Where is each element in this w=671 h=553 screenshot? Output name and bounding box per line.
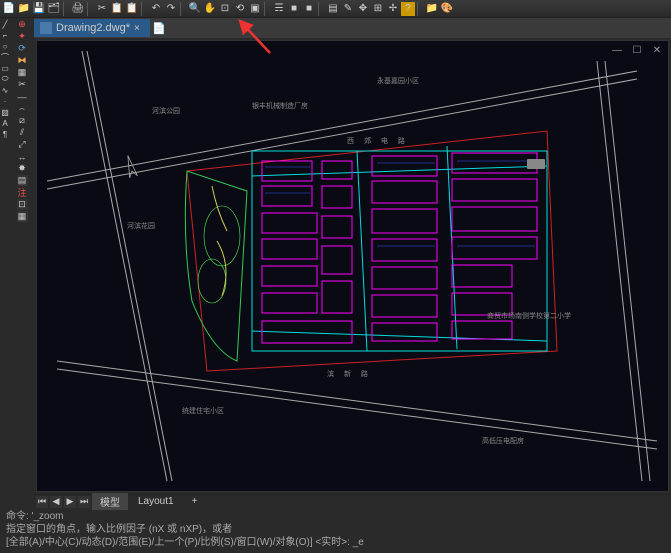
point-icon[interactable]: · xyxy=(0,96,10,106)
label-park: 河滨公园 xyxy=(152,106,180,116)
save-icon[interactable]: 💾 xyxy=(32,2,46,16)
trim-icon[interactable]: ✂ xyxy=(17,79,28,90)
line-icon[interactable]: ╱ xyxy=(0,19,10,29)
blocks-icon[interactable]: ■ xyxy=(302,2,316,16)
note-icon[interactable]: 注 xyxy=(17,187,28,198)
chamfer-icon[interactable]: ⧄ xyxy=(17,115,28,126)
spline-icon[interactable]: ∿ xyxy=(0,85,10,95)
file-tab-label: Drawing2.dwg* xyxy=(56,22,130,34)
ellipse-icon[interactable]: ⬭ xyxy=(0,74,10,84)
copy-icon[interactable]: 📋 xyxy=(110,2,124,16)
separator xyxy=(141,2,147,16)
layer-icon[interactable]: ▤ xyxy=(17,175,28,186)
separator xyxy=(87,2,93,16)
explode-icon[interactable]: ✸ xyxy=(17,163,28,174)
cut-icon[interactable]: ✂ xyxy=(95,2,109,16)
drawing-canvas[interactable]: — ☐ ✕ xyxy=(36,40,669,492)
modify-toolbar: ⊕ ✦ ⟳ ⧓ ▦ ✂ — ⌢ ⧄ ⫽ ⤢ ↔ ✸ ▤ 注 ⊡ ▦ xyxy=(10,18,34,508)
label-road1: 西 郊 电 路 xyxy=(347,136,409,146)
label-factory: 银丰机械制造厂房 xyxy=(252,101,308,111)
help-icon[interactable]: ? xyxy=(401,2,415,16)
separator xyxy=(180,2,186,16)
label-garden: 河滨花园 xyxy=(127,221,155,231)
print-icon[interactable]: 🖨 xyxy=(71,2,85,16)
zoom-window-icon[interactable]: 🔍 xyxy=(188,2,202,16)
props-icon[interactable]: ☴ xyxy=(272,2,286,16)
document-area: Drawing2.dwg* × 📄 — ☐ ✕ xyxy=(34,18,671,508)
title-label: 永基嘉园小区 xyxy=(377,76,419,86)
circle-icon[interactable]: ○ xyxy=(0,41,10,51)
rotate-icon[interactable]: ⟳ xyxy=(17,43,28,54)
dwg-icon xyxy=(40,22,52,34)
undo-icon[interactable]: ↶ xyxy=(149,2,163,16)
text-icon[interactable]: A xyxy=(0,118,10,128)
model-tab[interactable]: 模型 xyxy=(92,493,128,510)
redo-icon[interactable]: ↷ xyxy=(164,2,178,16)
scale-icon[interactable]: ⤢ xyxy=(17,139,28,150)
pan-icon[interactable]: ✋ xyxy=(203,2,217,16)
stretch-icon[interactable]: ↔ xyxy=(17,151,28,162)
nav-first-button[interactable]: ⏮ xyxy=(36,496,48,508)
zoom-extents-icon[interactable]: ⊡ xyxy=(218,2,232,16)
saveall-icon[interactable]: 🗂 xyxy=(47,2,61,16)
add-layout-button[interactable]: + xyxy=(184,495,206,508)
polyline-icon[interactable]: ⌐ xyxy=(0,30,10,40)
draw-toolbar: ╱ ⌐ ○ ⌒ ▭ ⬭ ∿ · ▨ A ¶ xyxy=(0,18,10,508)
main-toolbar: 📄 📁 💾 🗂 🖨 ✂ 📋 📋 ↶ ↷ 🔍 ✋ ⊡ ⟲ ▣ ☴ ■ ■ ▤ ✎ … xyxy=(0,0,671,18)
grid-icon[interactable]: ⊞ xyxy=(371,2,385,16)
select-icon[interactable]: ▣ xyxy=(248,2,262,16)
move-icon[interactable]: ⊕ xyxy=(17,19,28,30)
separator xyxy=(318,2,324,16)
measure-icon[interactable]: ▦ xyxy=(17,211,28,222)
fillet-icon[interactable]: ⌢ xyxy=(17,103,28,114)
cmd-text-3: [全部(A)/中心(C)/动态(D)/范围(E)/上一个(P)/比例(S)/窗口… xyxy=(6,536,665,548)
label-housing: 统建住宅小区 xyxy=(182,406,224,416)
command-line[interactable]: 命令: '_zoom 指定窗口的角点，输入比例因子 (nX 或 nXP)，或者 … xyxy=(0,508,671,548)
cmd-text-2: 指定窗口的角点，输入比例因子 (nX 或 nXP)，或者 xyxy=(6,523,665,536)
palette-icon[interactable]: 📁 xyxy=(425,2,439,16)
separator xyxy=(264,2,270,16)
zoom-prev-icon[interactable]: ⟲ xyxy=(233,2,247,16)
new-tab-button[interactable]: 📄 xyxy=(150,19,168,37)
open-icon[interactable]: 📁 xyxy=(17,2,31,16)
label-school: 商贸市场南侧学校第二小学 xyxy=(487,311,571,321)
label-road2: 滨 新 路 xyxy=(327,369,372,379)
snap-icon[interactable]: ✢ xyxy=(386,2,400,16)
mtext-icon[interactable]: ¶ xyxy=(0,129,10,139)
layers-icon[interactable]: ■ xyxy=(287,2,301,16)
rect-icon[interactable]: ▭ xyxy=(0,63,10,73)
nav-last-button[interactable]: ⏭ xyxy=(78,496,90,508)
label-power: 高低压电配房 xyxy=(482,436,524,446)
layout-tab[interactable]: Layout1 xyxy=(130,495,182,508)
dim-icon[interactable]: ▤ xyxy=(326,2,340,16)
close-tab-icon[interactable]: × xyxy=(134,23,144,34)
nav-next-button[interactable]: ▶ xyxy=(64,496,76,508)
osnap-icon[interactable]: ✥ xyxy=(356,2,370,16)
hatch-icon[interactable]: ▨ xyxy=(0,107,10,117)
color-icon[interactable]: 🎨 xyxy=(440,2,454,16)
paste-icon[interactable]: 📋 xyxy=(125,2,139,16)
copy2-icon[interactable]: ✦ xyxy=(17,31,28,42)
file-tabbar: Drawing2.dwg* × 📄 xyxy=(34,18,671,38)
dim2-icon[interactable]: ⊡ xyxy=(17,199,28,210)
offset-icon[interactable]: ⫽ xyxy=(17,127,28,138)
extend-icon[interactable]: — xyxy=(17,91,28,102)
cmd-text-1: 命令: '_zoom xyxy=(6,510,665,523)
layout-tabbar: ⏮ ◀ ▶ ⏭ 模型 Layout1 + xyxy=(34,494,671,508)
nav-prev-button[interactable]: ◀ xyxy=(50,496,62,508)
separator xyxy=(417,2,423,16)
main-area: ╱ ⌐ ○ ⌒ ▭ ⬭ ∿ · ▨ A ¶ ⊕ ✦ ⟳ ⧓ ▦ ✂ — ⌢ ⧄ … xyxy=(0,18,671,508)
array-icon[interactable]: ▦ xyxy=(17,67,28,78)
file-tab[interactable]: Drawing2.dwg* × xyxy=(34,19,150,37)
separator xyxy=(63,2,69,16)
arc-icon[interactable]: ⌒ xyxy=(0,52,10,62)
new-icon[interactable]: 📄 xyxy=(2,2,16,16)
ortho-icon[interactable]: ✎ xyxy=(341,2,355,16)
mirror-icon[interactable]: ⧓ xyxy=(17,55,28,66)
drawing-content xyxy=(37,41,668,491)
